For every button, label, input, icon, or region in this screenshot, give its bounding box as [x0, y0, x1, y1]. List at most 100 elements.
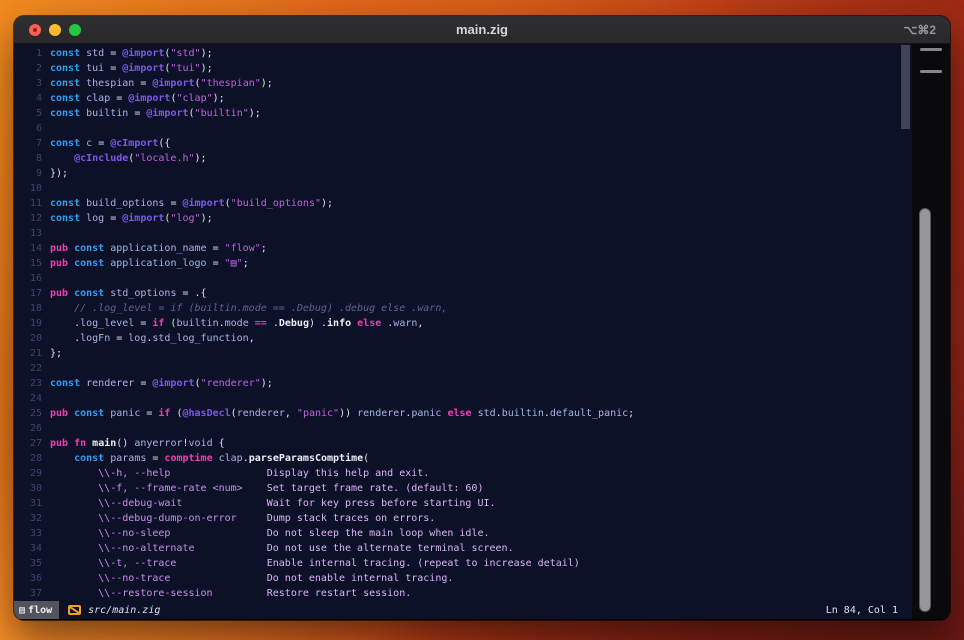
- code-text: const build_options = @import("build_opt…: [50, 198, 333, 209]
- line-number: 29: [14, 466, 50, 481]
- close-button[interactable]: [29, 24, 41, 36]
- code-text: \\-f, --frame-rate <num> Set target fram…: [50, 483, 483, 494]
- scroll-marker: [920, 70, 942, 73]
- file-path-label[interactable]: src/main.zig: [88, 605, 160, 616]
- line-number: 37: [14, 586, 50, 601]
- minimize-button[interactable]: [49, 24, 61, 36]
- project-icon: [68, 605, 81, 615]
- code-text: \\--no-trace Do not enable internal trac…: [50, 573, 453, 584]
- code-line-7[interactable]: 7const c = @cImport({: [14, 136, 912, 151]
- cursor-position-label[interactable]: Ln 84, Col 1: [826, 605, 898, 616]
- code-line-27[interactable]: 27pub fn main() anyerror!void {: [14, 436, 912, 451]
- line-number: 7: [14, 136, 50, 151]
- line-number: 31: [14, 496, 50, 511]
- code-line-1[interactable]: 1const std = @import("std");: [14, 46, 912, 61]
- code-text: const clap = @import("clap");: [50, 93, 225, 104]
- code-line-37[interactable]: 37 \\--restore-session Restore restart s…: [14, 586, 912, 601]
- code-line-11[interactable]: 11const build_options = @import("build_o…: [14, 196, 912, 211]
- code-line-4[interactable]: 4const clap = @import("clap");: [14, 91, 912, 106]
- code-line-30[interactable]: 30 \\-f, --frame-rate <num> Set target f…: [14, 481, 912, 496]
- code-text: const log = @import("log");: [50, 213, 213, 224]
- code-line-5[interactable]: 5const builtin = @import("builtin");: [14, 106, 912, 121]
- line-number: 19: [14, 316, 50, 331]
- code-text: const std = @import("std");: [50, 48, 213, 59]
- editor-scrollbar[interactable]: [901, 45, 910, 129]
- app-menu-badge[interactable]: ▤ flow: [14, 601, 59, 619]
- code-text: pub const application_logo = "▤";: [50, 258, 249, 269]
- code-text: \\--no-alternate Do not use the alternat…: [50, 543, 514, 554]
- line-number: 4: [14, 91, 50, 106]
- code-text: .logFn = log.std_log_function,: [50, 333, 255, 344]
- code-line-34[interactable]: 34 \\--no-alternate Do not use the alter…: [14, 541, 912, 556]
- code-text: });: [50, 168, 68, 179]
- code-text: pub fn main() anyerror!void {: [50, 438, 225, 449]
- code-line-12[interactable]: 12const log = @import("log");: [14, 211, 912, 226]
- window-scrollbar-thumb[interactable]: [919, 208, 931, 612]
- code-line-19[interactable]: 19 .log_level = if (builtin.mode == .Deb…: [14, 316, 912, 331]
- code-line-17[interactable]: 17pub const std_options = .{: [14, 286, 912, 301]
- code-lines: 1const std = @import("std");2const tui =…: [14, 46, 912, 601]
- code-editor[interactable]: 1const std = @import("std");2const tui =…: [14, 44, 912, 601]
- titlebar[interactable]: main.zig ⌥⌘2: [14, 16, 950, 44]
- line-number: 32: [14, 511, 50, 526]
- status-bar: ▤ flow src/main.zig Ln 84, Col 1: [14, 601, 912, 619]
- code-text: pub const panic = if (@hasDecl(renderer,…: [50, 408, 634, 419]
- code-text: const c = @cImport({: [50, 138, 170, 149]
- code-text: const renderer = @import("renderer");: [50, 378, 273, 389]
- terminal-window: main.zig ⌥⌘2 1const std = @import("std")…: [14, 16, 950, 620]
- flow-logo-icon: ▤: [19, 605, 25, 616]
- code-text: \\--restore-session Restore restart sess…: [50, 588, 411, 599]
- code-line-13[interactable]: 13: [14, 226, 912, 241]
- line-number: 2: [14, 61, 50, 76]
- code-line-20[interactable]: 20 .logFn = log.std_log_function,: [14, 331, 912, 346]
- zoom-button[interactable]: [69, 24, 81, 36]
- line-number: 28: [14, 451, 50, 466]
- code-line-22[interactable]: 22: [14, 361, 912, 376]
- code-line-21[interactable]: 21};: [14, 346, 912, 361]
- code-line-28[interactable]: 28 const params = comptime clap.parsePar…: [14, 451, 912, 466]
- code-line-6[interactable]: 6: [14, 121, 912, 136]
- window-shortcut-badge: ⌥⌘2: [903, 23, 936, 37]
- line-number: 22: [14, 361, 50, 376]
- code-line-16[interactable]: 16: [14, 271, 912, 286]
- code-line-10[interactable]: 10: [14, 181, 912, 196]
- code-line-24[interactable]: 24: [14, 391, 912, 406]
- code-text: pub const std_options = .{: [50, 288, 207, 299]
- code-line-14[interactable]: 14pub const application_name = "flow";: [14, 241, 912, 256]
- code-text: \\--no-sleep Do not sleep the main loop …: [50, 528, 490, 539]
- window-title: main.zig: [14, 22, 950, 37]
- line-number: 34: [14, 541, 50, 556]
- code-line-29[interactable]: 29 \\-h, --help Display this help and ex…: [14, 466, 912, 481]
- line-number: 10: [14, 181, 50, 196]
- code-line-18[interactable]: 18 // .log_level = if (builtin.mode == .…: [14, 301, 912, 316]
- window-scrollbar-track[interactable]: [912, 44, 950, 619]
- code-line-31[interactable]: 31 \\--debug-wait Wait for key press bef…: [14, 496, 912, 511]
- code-line-33[interactable]: 33 \\--no-sleep Do not sleep the main lo…: [14, 526, 912, 541]
- code-line-26[interactable]: 26: [14, 421, 912, 436]
- code-line-35[interactable]: 35 \\-t, --trace Enable internal tracing…: [14, 556, 912, 571]
- code-text: const builtin = @import("builtin");: [50, 108, 261, 119]
- line-number: 26: [14, 421, 50, 436]
- code-line-8[interactable]: 8 @cInclude("locale.h");: [14, 151, 912, 166]
- code-text: // .log_level = if (builtin.mode == .Deb…: [50, 303, 447, 314]
- line-number: 27: [14, 436, 50, 451]
- code-text: \\--debug-dump-on-error Dump stack trace…: [50, 513, 435, 524]
- code-line-32[interactable]: 32 \\--debug-dump-on-error Dump stack tr…: [14, 511, 912, 526]
- line-number: 35: [14, 556, 50, 571]
- line-number: 1: [14, 46, 50, 61]
- code-text: const params = comptime clap.parseParams…: [50, 453, 369, 464]
- code-text: };: [50, 348, 62, 359]
- code-line-36[interactable]: 36 \\--no-trace Do not enable internal t…: [14, 571, 912, 586]
- line-number: 9: [14, 166, 50, 181]
- line-number: 18: [14, 301, 50, 316]
- code-line-15[interactable]: 15pub const application_logo = "▤";: [14, 256, 912, 271]
- code-line-2[interactable]: 2const tui = @import("tui");: [14, 61, 912, 76]
- code-line-9[interactable]: 9});: [14, 166, 912, 181]
- app-name-label: flow: [28, 605, 52, 616]
- code-text: pub const application_name = "flow";: [50, 243, 267, 254]
- code-line-25[interactable]: 25pub const panic = if (@hasDecl(rendere…: [14, 406, 912, 421]
- line-number: 11: [14, 196, 50, 211]
- code-line-3[interactable]: 3const thespian = @import("thespian");: [14, 76, 912, 91]
- code-text: @cInclude("locale.h");: [50, 153, 207, 164]
- code-line-23[interactable]: 23const renderer = @import("renderer");: [14, 376, 912, 391]
